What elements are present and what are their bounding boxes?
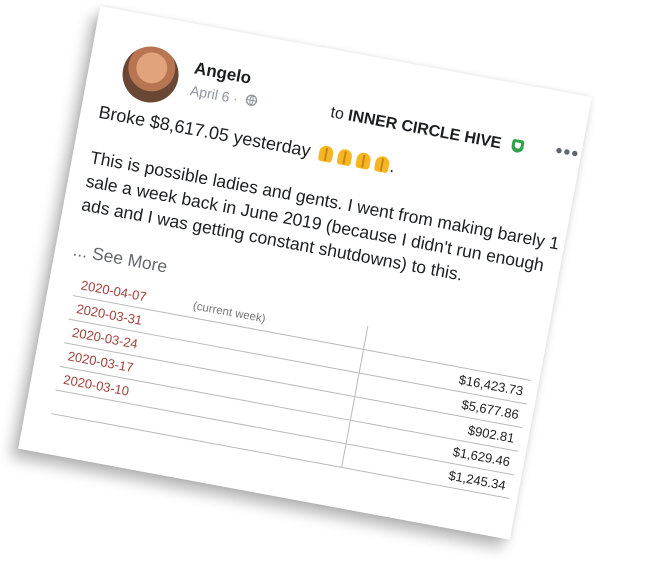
shield-icon [510, 138, 525, 154]
globe-icon [244, 92, 259, 110]
folded-hands-emoji-icon [336, 148, 355, 167]
post-card: Angelo April 6 · to INNER CIRCLE HIVE ••… [18, 6, 592, 540]
see-more-link[interactable]: ... See More [71, 240, 169, 278]
more-options-icon[interactable]: ••• [553, 140, 581, 167]
post-body: This is possible ladies and gents. I wen… [79, 147, 561, 285]
folded-hands-emoji-icon [317, 145, 336, 164]
avatar[interactable] [117, 41, 184, 108]
folded-hands-emoji-icon [354, 151, 373, 170]
post-date[interactable]: April 6 [189, 82, 231, 105]
sales-table: 2020-04-07 (current week) 2020-03-31 $16… [51, 272, 536, 499]
folded-hands-emoji-icon [373, 155, 392, 174]
to-label: to [329, 104, 346, 124]
group-link[interactable]: INNER CIRCLE HIVE [347, 107, 503, 152]
